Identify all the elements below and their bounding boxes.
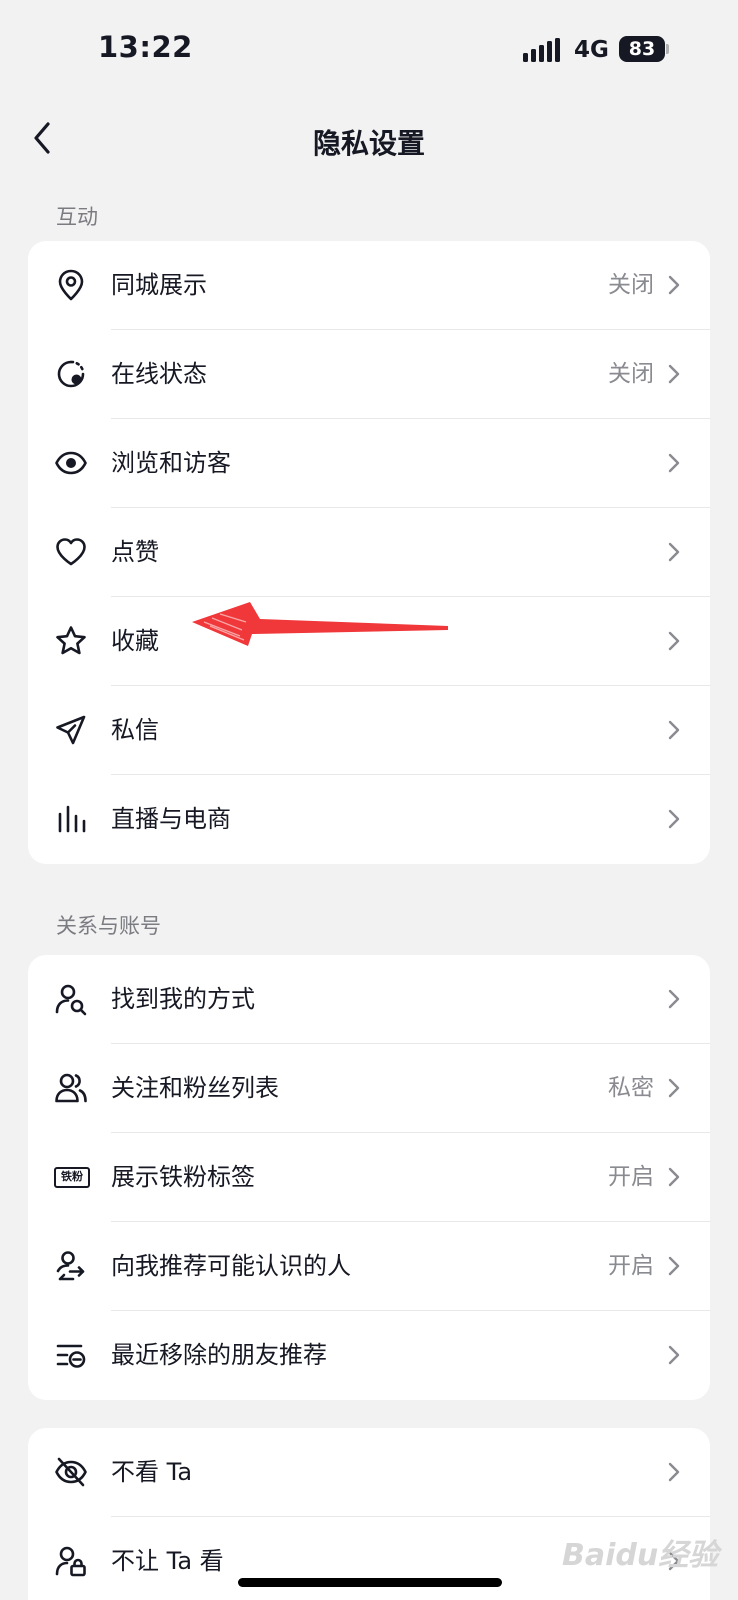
chevron-right-icon: [666, 808, 682, 830]
watermark: Baidu经验: [562, 1538, 719, 1573]
network-type: 4G: [574, 37, 609, 63]
setting-label: 在线状态: [111, 360, 207, 388]
setting-value: 关闭: [608, 361, 654, 387]
section-label-interaction: 互动: [56, 205, 98, 229]
setting-row-nearby[interactable]: 同城展示 关闭: [28, 241, 710, 330]
setting-label: 不看 Ta: [111, 1458, 193, 1486]
setting-label: 展示铁粉标签: [111, 1163, 255, 1191]
chevron-right-icon: [666, 1255, 682, 1277]
setting-row-recommend-people[interactable]: 向我推荐可能认识的人 开启: [28, 1222, 710, 1311]
setting-label: 最近移除的朋友推荐: [111, 1341, 327, 1369]
chevron-right-icon: [666, 1344, 682, 1366]
location-pin-icon: [54, 268, 88, 302]
removed-list-icon: [54, 1338, 88, 1372]
setting-row-live-commerce[interactable]: 直播与电商: [28, 775, 710, 864]
setting-row-follow-list[interactable]: 关注和粉丝列表 私密: [28, 1044, 710, 1133]
setting-row-online-status[interactable]: 在线状态 关闭: [28, 330, 710, 419]
recommend-icon: [54, 1249, 88, 1283]
section-label-relationships: 关系与账号: [56, 914, 161, 938]
eye-icon: [54, 446, 88, 480]
chevron-right-icon: [666, 1166, 682, 1188]
home-indicator[interactable]: [238, 1578, 502, 1587]
setting-value: 开启: [608, 1164, 654, 1190]
setting-label: 不让 Ta 看: [111, 1547, 224, 1575]
chevron-right-icon: [666, 1461, 682, 1483]
chevron-right-icon: [666, 988, 682, 1010]
setting-row-removed-recommendations[interactable]: 最近移除的朋友推荐: [28, 1311, 710, 1400]
chevron-right-icon: [666, 719, 682, 741]
user-search-icon: [54, 982, 88, 1016]
setting-row-hide-their-content[interactable]: 不看 Ta: [28, 1428, 710, 1517]
chevron-right-icon: [666, 363, 682, 385]
online-status-icon: [54, 357, 88, 391]
status-time: 13:22: [98, 30, 193, 64]
chevron-right-icon: [666, 274, 682, 296]
setting-label: 浏览和访客: [111, 449, 231, 477]
status-bar: 13:22 4G 83: [0, 0, 738, 100]
star-icon: [54, 624, 88, 658]
setting-label: 点赞: [111, 538, 159, 566]
chevron-right-icon: [666, 630, 682, 652]
card-relationships: 找到我的方式 关注和粉丝列表 私密 铁粉 展示铁粉标签 开启 向我推荐可能认识的…: [28, 955, 710, 1400]
setting-label: 同城展示: [111, 271, 207, 299]
card-interaction: 同城展示 关闭 在线状态 关闭 浏览和访客 点赞 收藏 私信 直播与电商: [28, 241, 710, 864]
chevron-right-icon: [666, 541, 682, 563]
signal-icon: [523, 38, 561, 62]
setting-row-messages[interactable]: 私信: [28, 686, 710, 775]
setting-label: 收藏: [111, 627, 159, 655]
setting-row-find-me[interactable]: 找到我的方式: [28, 955, 710, 1044]
setting-label: 找到我的方式: [111, 985, 255, 1013]
paper-plane-icon: [54, 713, 88, 747]
setting-value: 关闭: [608, 272, 654, 298]
fan-badge-icon: 铁粉: [54, 1160, 90, 1194]
users-icon: [54, 1071, 88, 1105]
fan-badge-text: 铁粉: [54, 1167, 90, 1188]
nav-bar: 隐私设置: [0, 100, 738, 180]
setting-value: 私密: [608, 1075, 654, 1101]
chevron-right-icon: [666, 452, 682, 474]
bars-icon: [54, 802, 88, 836]
user-lock-icon: [54, 1544, 88, 1578]
heart-icon: [54, 535, 88, 569]
setting-row-likes[interactable]: 点赞: [28, 508, 710, 597]
setting-row-fan-badge[interactable]: 铁粉 展示铁粉标签 开启: [28, 1133, 710, 1222]
card-blocking: 不看 Ta 不让 Ta 看: [28, 1428, 710, 1600]
setting-label: 关注和粉丝列表: [111, 1074, 279, 1102]
setting-label: 直播与电商: [111, 805, 231, 833]
battery-level: 83: [619, 36, 665, 62]
annotation-arrow: [190, 600, 450, 660]
eye-off-icon: [54, 1455, 88, 1489]
setting-label: 私信: [111, 716, 159, 744]
setting-label: 向我推荐可能认识的人: [111, 1252, 351, 1280]
battery-icon: 83: [619, 36, 669, 62]
chevron-right-icon: [666, 1077, 682, 1099]
setting-row-browse-visitors[interactable]: 浏览和访客: [28, 419, 710, 508]
page-title: 隐私设置: [312, 127, 425, 160]
setting-value: 开启: [608, 1253, 654, 1279]
